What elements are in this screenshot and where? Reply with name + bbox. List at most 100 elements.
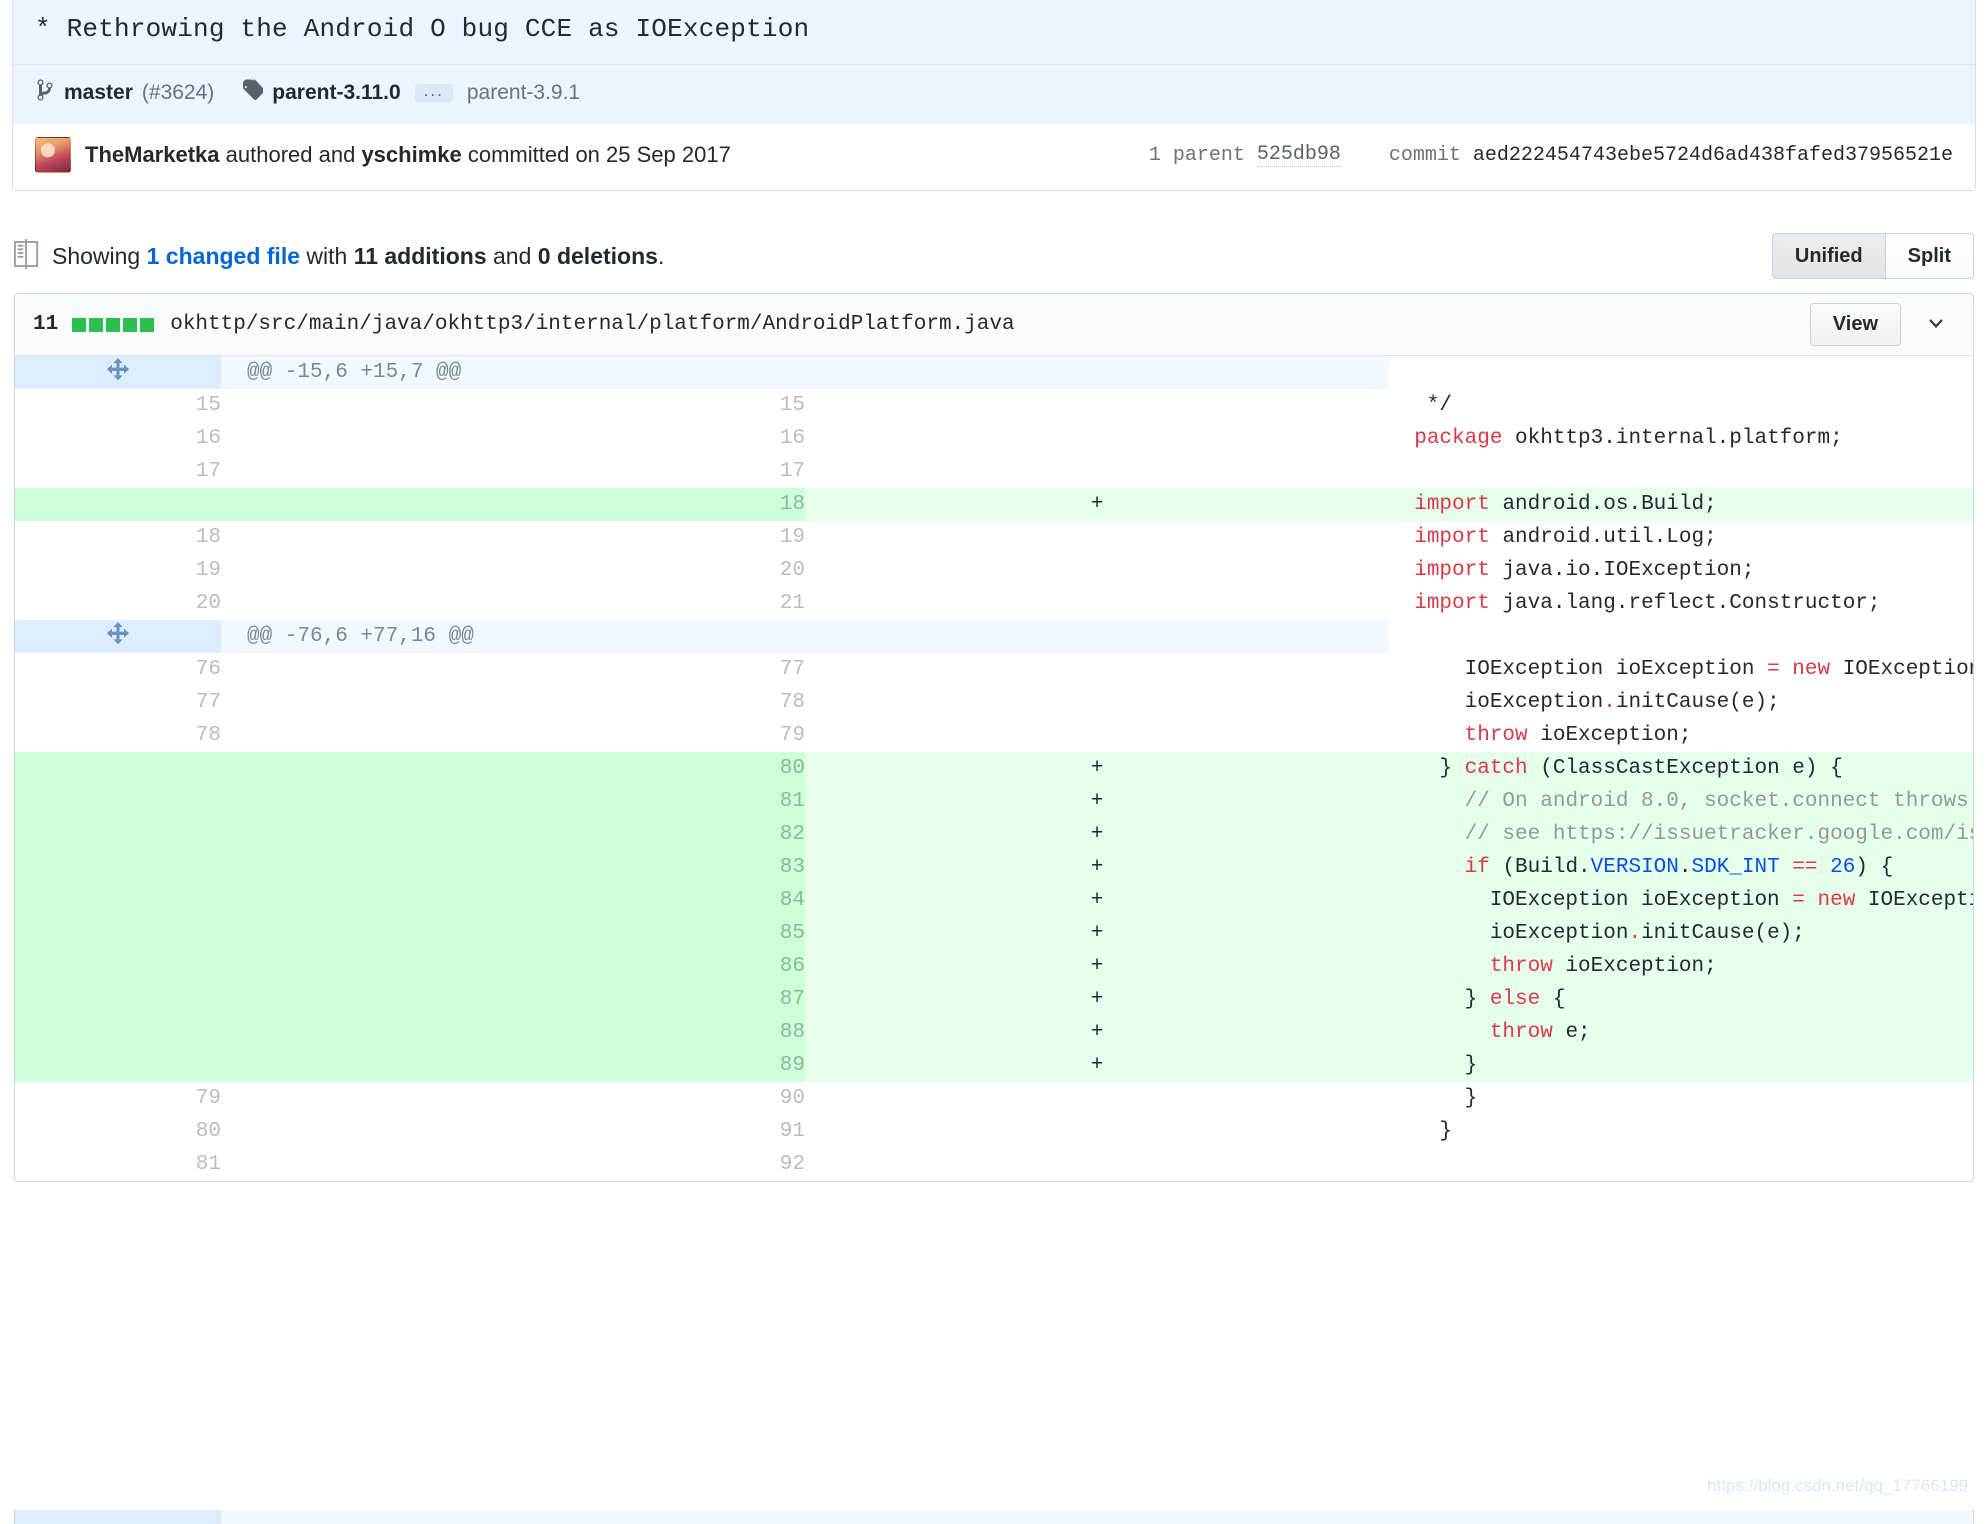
diff-line-added[interactable]: 82 + // see https://issuetracker.google.c… — [15, 818, 1973, 851]
line-number-new: 89 — [221, 1049, 805, 1082]
commit-sha[interactable]: aed222454743ebe5724d6ad438fafed37956521e — [1473, 144, 1953, 167]
diff-line-context[interactable]: 80 91 } — [15, 1115, 1973, 1148]
line-number-old: 20 — [15, 587, 221, 620]
diff-line-context[interactable]: 16 16 package okhttp3.internal.platform; — [15, 422, 1973, 455]
additions-count: 11 additions — [353, 242, 487, 269]
diff-line-added[interactable]: 84 + IOException ioException = new IOExce… — [15, 884, 1973, 917]
avatar[interactable] — [35, 137, 71, 173]
diff-hunk-header-row[interactable]: @@ -76,6 +77,16 @@ — [15, 620, 1973, 653]
committer-name[interactable]: yschimke — [361, 142, 461, 168]
line-number-new: 21 — [221, 587, 805, 620]
line-number-old: 81 — [15, 1148, 221, 1181]
diff-code-line: IOException ioException = new IOExceptio… — [1389, 658, 1973, 681]
diff-line-added[interactable]: 80 + } catch (ClassCastException e) { — [15, 752, 1973, 785]
diff-line-context[interactable]: 18 19 import android.util.Log; — [15, 521, 1973, 554]
tag-secondary[interactable]: parent-3.9.1 — [467, 81, 580, 105]
diff-code-line: // see https://issuetracker.google.com/i… — [1389, 818, 1973, 851]
diff-stat-blocks — [72, 317, 155, 332]
chevron-down-icon[interactable] — [1923, 314, 1955, 336]
next-hunk-expand-gutter[interactable] — [15, 1510, 221, 1524]
diff-line-added[interactable]: 88 + throw e; — [15, 1016, 1973, 1049]
diff-view-toggle: Unified Split — [1771, 233, 1974, 279]
line-number-new: 19 — [221, 521, 805, 554]
git-branch-icon — [35, 78, 55, 108]
author-name[interactable]: TheMarketka — [85, 142, 220, 168]
diff-code-line: } — [1389, 1049, 1973, 1082]
diff-marker: + — [805, 752, 1389, 785]
pull-request-number[interactable]: (#3624) — [142, 81, 214, 105]
line-number-new: 82 — [221, 818, 805, 851]
line-number-old: 15 — [15, 389, 221, 422]
line-number-old — [15, 752, 221, 785]
diff-file-header: 11 okhttp/src/main/java/okhttp3/internal… — [15, 294, 1973, 356]
line-number-old: 19 — [15, 554, 221, 587]
next-hunk-strip[interactable] — [14, 1510, 1974, 1524]
line-number-old — [15, 1016, 221, 1049]
tag-icon — [241, 78, 265, 108]
diff-code-line: } — [1389, 1087, 1478, 1110]
diff-marker: + — [805, 917, 1389, 950]
diff-line-context[interactable]: 79 90 } — [15, 1082, 1973, 1115]
line-number-new: 87 — [221, 983, 805, 1016]
line-number-new: 79 — [221, 719, 805, 752]
expand-updown-icon[interactable] — [15, 356, 221, 389]
diff-line-added[interactable]: 81 + // On android 8.0, socket.connect th… — [15, 785, 1973, 818]
diff-stat-block — [123, 317, 138, 332]
line-number-new: 90 — [221, 1082, 805, 1115]
diff-code-line: package okhttp3.internal.platform; — [1414, 427, 1843, 450]
diff-marker — [805, 1082, 1389, 1115]
diff-code-line: import android.os.Build; — [1389, 488, 1973, 521]
diff-line-context[interactable]: 20 21 import java.lang.reflect.Constructo… — [15, 587, 1973, 620]
view-file-button[interactable]: View — [1809, 303, 1901, 346]
diff-code-line: IOException ioException = new IOExceptio… — [1389, 884, 1973, 917]
changed-file-link[interactable]: 1 changed file — [147, 243, 300, 269]
line-number-new: 84 — [221, 884, 805, 917]
line-number-old: 77 — [15, 686, 221, 719]
tags-ellipsis-button[interactable]: ... — [414, 82, 453, 102]
authored-text: authored and — [225, 142, 356, 167]
diff-line-added[interactable]: 86 + throw ioException; — [15, 950, 1973, 983]
diff-line-added[interactable]: 85 + ioException.initCause(e); — [15, 917, 1973, 950]
diff-line-added[interactable]: 89 + } — [15, 1049, 1973, 1082]
diff-marker — [805, 389, 1389, 422]
diff-line-context[interactable]: 17 17 — [15, 455, 1973, 488]
diff-stat-block — [72, 317, 87, 332]
branch-name[interactable]: master — [64, 81, 133, 105]
line-number-new: 86 — [221, 950, 805, 983]
diff-line-context[interactable]: 76 77 IOException ioException = new IOExc… — [15, 653, 1973, 686]
parent-sha[interactable]: 525db98 — [1256, 143, 1341, 167]
diff-line-added[interactable]: 18 + import android.os.Build; — [15, 488, 1973, 521]
unified-view-button[interactable]: Unified — [1771, 233, 1886, 279]
diff-marker: + — [805, 1049, 1389, 1082]
diff-hunk-header-row[interactable]: @@ -15,6 +15,7 @@ — [15, 356, 1973, 389]
diff-marker — [805, 521, 1389, 554]
file-path[interactable]: okhttp/src/main/java/okhttp3/internal/pl… — [170, 313, 1014, 336]
diff-line-context[interactable]: 19 20 import java.io.IOException; — [15, 554, 1973, 587]
expand-updown-icon[interactable] — [15, 620, 221, 653]
diff-marker — [805, 587, 1389, 620]
diff-code-line — [1389, 455, 1973, 488]
line-number-old — [15, 488, 221, 521]
diff-marker — [805, 653, 1389, 686]
diff-file-icon — [14, 238, 40, 274]
diff-code-line: ioException.initCause(e); — [1389, 691, 1780, 714]
diff-line-added[interactable]: 87 + } else { — [15, 983, 1973, 1016]
branch-and-tags-bar: master (#3624) parent-3.11.0 ... parent-… — [13, 65, 1975, 124]
diff-line-context[interactable]: 15 15 */ — [15, 389, 1973, 422]
diff-code-line: throw ioException; — [1389, 950, 1973, 983]
line-number-old — [15, 884, 221, 917]
diff-line-context[interactable]: 78 79 throw ioException; — [15, 719, 1973, 752]
diff-code-line: throw e; — [1389, 1016, 1973, 1049]
diff-line-context[interactable]: 81 92 — [15, 1148, 1973, 1181]
diff-line-added[interactable]: 83 + if (Build.VERSION.SDK_INT == 26) { — [15, 851, 1973, 884]
diff-code-line: */ — [1389, 394, 1453, 417]
diff-marker: + — [805, 1016, 1389, 1049]
diff-marker — [805, 686, 1389, 719]
split-view-button[interactable]: Split — [1885, 233, 1974, 279]
diff-code-line: ioException.initCause(e); — [1389, 917, 1973, 950]
diff-line-context[interactable]: 77 78 ioException.initCause(e); — [15, 686, 1973, 719]
line-number-old — [15, 1049, 221, 1082]
diff-marker: + — [805, 818, 1389, 851]
diff-marker — [805, 455, 1389, 488]
tag-primary[interactable]: parent-3.11.0 — [272, 81, 400, 105]
